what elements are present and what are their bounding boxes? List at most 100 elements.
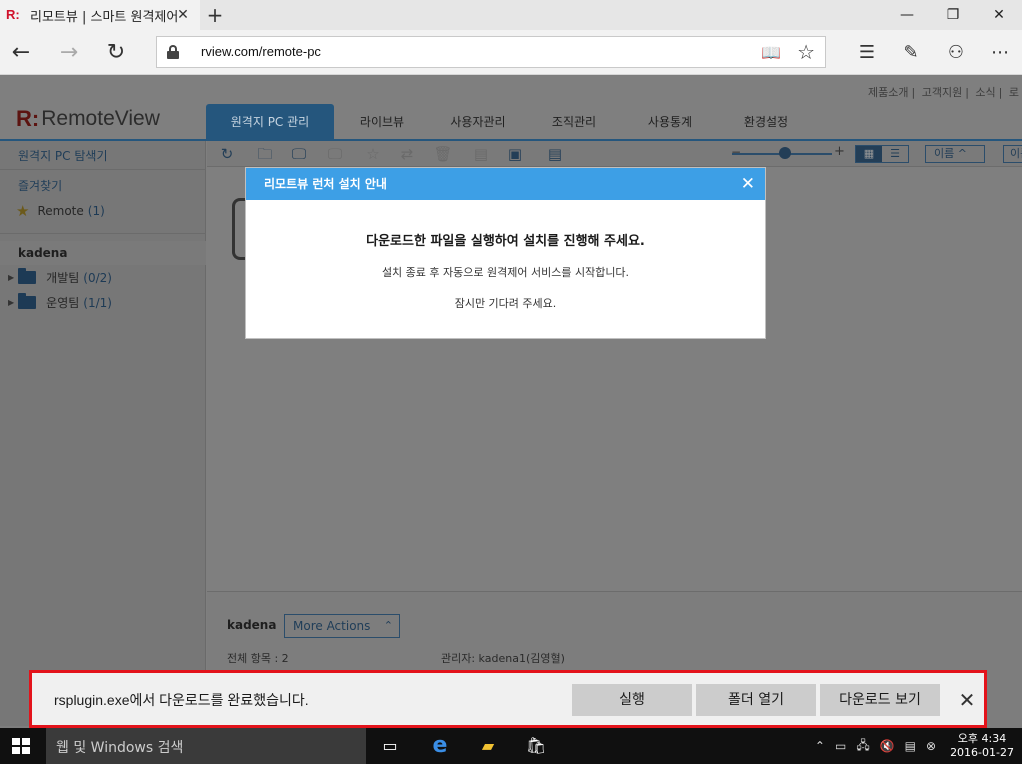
taskbar-search-placeholder: 웹 및 Windows 검색 [56, 740, 184, 756]
brand-name: RemoteView [41, 107, 160, 130]
edge-browser-icon[interactable]: e [428, 734, 452, 758]
sort-dropdown-secondary[interactable]: 이름 [1003, 145, 1022, 163]
remoteview-favicon-icon: R: [6, 7, 20, 22]
refresh-button[interactable]: ↻ [101, 38, 131, 68]
chevron-up-icon: ⌃ [383, 619, 393, 632]
expand-caret-icon[interactable]: ▶ [8, 273, 14, 282]
notification-icon[interactable]: ▤ [905, 739, 916, 753]
tab-liveview[interactable]: 라이브뷰 [334, 104, 430, 140]
org-name[interactable]: kadena [0, 241, 206, 265]
clock-time: 오후 4:34 [957, 732, 1007, 745]
system-clock[interactable]: 오후 4:34 2016-01-27 [950, 732, 1014, 760]
status-x-icon[interactable]: ⊗ [926, 739, 936, 753]
task-view-icon[interactable]: ▭ [378, 734, 402, 758]
tab-users[interactable]: 사용자관리 [430, 104, 526, 140]
file-explorer-icon[interactable]: ▰ [476, 734, 500, 758]
more-actions-button[interactable]: More Actions ⌃ [284, 614, 400, 638]
share-icon[interactable]: ⚇ [941, 38, 971, 68]
brand-logo[interactable]: R: RemoteView [16, 106, 160, 132]
dialog-close-icon[interactable]: ✕ [741, 168, 755, 200]
tab-statistics[interactable]: 사용통계 [622, 104, 718, 140]
dialog-wait-message: 잠시만 기다려 주세요. [454, 297, 557, 310]
top-link[interactable]: 고객지원 [922, 86, 962, 99]
divider [0, 233, 206, 234]
favorite-item[interactable]: ★ Remote (1) [16, 202, 105, 220]
pc-explorer-link[interactable]: 원격지 PC 탐색기 [18, 147, 108, 164]
grid-view-icon[interactable]: ▦ [856, 146, 882, 162]
show-hidden-icons-icon[interactable]: ⌃ [815, 739, 825, 753]
reading-view-icon[interactable]: 📖 [761, 43, 781, 62]
new-tab-button[interactable]: + [204, 4, 226, 26]
view-downloads-button[interactable]: 다운로드 보기 [820, 684, 940, 716]
launcher-install-dialog: 리모트뷰 런처 설치 안내 ✕ 다운로드한 파일을 실행하여 설치를 진행해 주… [245, 167, 766, 339]
browser-tab[interactable]: R: 리모트뷰 | 스마트 원격제어 ✕ [0, 0, 200, 30]
back-button[interactable]: ← [6, 38, 36, 68]
download-message: rsplugin.exe에서 다운로드를 완료했습니다. [54, 692, 309, 708]
open-folder-button[interactable]: 폴더 열기 [696, 684, 816, 716]
add-folder-icon[interactable]: 🗀 [255, 144, 275, 164]
pc-toolbar: ↻ 🗀 🖵 🖵 ☆ ⇄ 🗑 ▤ ▣ ▤ − + ▦ ☰ 이름 ^ 이름 [207, 141, 1022, 167]
tab-title: 리모트뷰 | 스마트 원격제어 [30, 9, 179, 25]
tab-remote-pc[interactable]: 원격지 PC 관리 [206, 104, 334, 140]
window-close-button[interactable]: ✕ [976, 0, 1022, 30]
zoom-slider-knob[interactable] [779, 147, 791, 159]
network-icon[interactable]: 🖧 [856, 736, 869, 757]
group-item[interactable]: ▶ 운영팀 (1/1) [8, 293, 112, 311]
favorites-heading[interactable]: 즐겨찾기 [18, 177, 62, 194]
list-view-icon[interactable]: ☰ [882, 146, 908, 162]
add-pc-icon[interactable]: 🖵 [289, 144, 309, 164]
zoom-in-icon[interactable]: + [834, 144, 845, 159]
brand-mark: R: [16, 106, 40, 131]
download-list-icon[interactable]: ▣ [505, 144, 525, 164]
export-icon[interactable]: ▤ [471, 144, 491, 164]
expand-caret-icon[interactable]: ▶ [8, 298, 14, 307]
battery-icon[interactable]: ▭ [835, 739, 846, 753]
taskbar-search-box[interactable]: 웹 및 Windows 검색 [46, 728, 366, 764]
taskbar: 웹 및 Windows 검색 ▭ e ▰ 🛍 ⌃ ▭ 🖧 🔇 ▤ ⊗ 오후 4:… [0, 728, 1022, 764]
forward-button[interactable]: → [54, 38, 84, 68]
sidebar: 원격지 PC 탐색기 즐겨찾기 ★ Remote (1) kadena ▶ 개발… [0, 141, 206, 726]
top-link[interactable]: 제품소개 [868, 86, 908, 99]
top-link[interactable]: 로 [1009, 86, 1019, 99]
zoom-out-icon[interactable]: − [731, 145, 741, 159]
windows-start-icon[interactable] [12, 738, 30, 754]
main-nav-tabs: 원격지 PC 관리 라이브뷰 사용자관리 조직관리 사용통계 환경설정 [206, 104, 814, 140]
admin-info: 관리자: kadena1(김영혈) [441, 652, 565, 665]
download-notification-bar: rsplugin.exe에서 다운로드를 완료했습니다. 실행 폴더 열기 다운… [29, 670, 987, 728]
minimize-button[interactable]: — [884, 0, 930, 30]
top-link[interactable]: 소식 [975, 86, 995, 99]
web-note-icon[interactable]: ✎ [896, 38, 926, 68]
sort-dropdown[interactable]: 이름 ^ [925, 145, 985, 163]
folder-icon [18, 293, 37, 309]
group-item[interactable]: ▶ 개발팀 (0/2) [8, 268, 112, 286]
more-menu-icon[interactable]: ⋯ [985, 38, 1015, 68]
details-title: kadena [227, 618, 277, 632]
dialog-title: 리모트뷰 런처 설치 안내 [264, 177, 387, 191]
folder-icon [18, 268, 37, 284]
browser-tab-bar: R: 리모트뷰 | 스마트 원격제어 ✕ + — ❐ ✕ [0, 0, 1022, 30]
import-icon[interactable]: ▤ [545, 144, 565, 164]
dialog-main-message: 다운로드한 파일을 실행하여 설치를 진행해 주세요. [366, 234, 645, 249]
download-bar-close-icon[interactable]: ✕ [952, 684, 982, 716]
move-icon[interactable]: ⇄ [397, 144, 417, 164]
refresh-icon[interactable]: ↻ [217, 144, 237, 164]
url-field[interactable]: rview.com/remote-pc 📖 ☆ [156, 36, 826, 68]
run-button[interactable]: 실행 [572, 684, 692, 716]
clock-date: 2016-01-27 [950, 746, 1014, 759]
delete-icon[interactable]: 🗑 [433, 144, 453, 164]
tab-settings[interactable]: 환경설정 [718, 104, 814, 140]
view-toggle: ▦ ☰ [855, 145, 909, 163]
lock-icon [167, 45, 179, 59]
volume-muted-icon[interactable]: 🔇 [880, 739, 895, 753]
favorite-add-icon[interactable]: ☆ [363, 144, 383, 164]
tab-close-icon[interactable]: ✕ [174, 6, 192, 24]
url-text: rview.com/remote-pc [201, 44, 321, 59]
favorite-star-icon[interactable]: ☆ [797, 40, 815, 64]
dialog-sub-message: 설치 종료 후 자동으로 원격제어 서비스를 시작합니다. [381, 266, 630, 279]
edit-pc-icon[interactable]: 🖵 [325, 144, 345, 164]
tab-organization[interactable]: 조직관리 [526, 104, 622, 140]
hub-menu-icon[interactable]: ☰ [852, 38, 882, 68]
store-icon[interactable]: 🛍 [524, 734, 548, 758]
restore-button[interactable]: ❐ [930, 0, 976, 30]
divider [0, 169, 206, 170]
